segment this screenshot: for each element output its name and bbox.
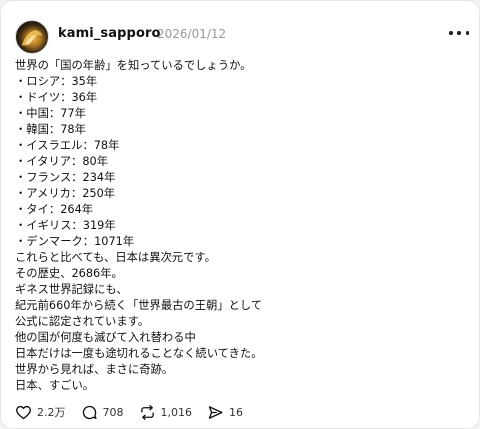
post-line: ・フランス：234年: [15, 171, 116, 184]
post-line: ・ロシア：35年: [15, 75, 98, 88]
post-line: ギネス世界記録にも、: [15, 283, 128, 296]
post-card: kami_sapporo 2026/01/12 世界の「国の年齢」を知っているで…: [0, 0, 480, 429]
like-button[interactable]: 2.2万: [15, 404, 66, 421]
post-line: ・タイ：264年: [15, 203, 94, 216]
send-icon: [208, 405, 223, 419]
repost-count: 1,016: [160, 405, 193, 419]
share-button[interactable]: 16: [207, 404, 243, 421]
like-count: 2.2万: [37, 406, 66, 419]
post-line: これらと比べても、日本は異次元です。: [15, 251, 216, 264]
post-line: 世界から見れば、まさに奇跡。: [15, 363, 174, 376]
action-bar: 2.2万 708 1,016 16: [15, 402, 243, 422]
post-line: 紀元前660年から続く「世界最古の王朝」として: [15, 299, 263, 312]
repost-icon: [140, 404, 154, 420]
post-line: その歴史、2686年。: [15, 267, 123, 280]
post-line: ・イスラエル：78年: [15, 139, 120, 152]
post-line: 公式に認定されています。: [15, 315, 150, 328]
avatar[interactable]: [15, 20, 49, 54]
more-options-icon[interactable]: [449, 25, 469, 41]
reply-button[interactable]: 708: [81, 404, 124, 421]
post-line: 日本だけは一度も途切れることなく続いてきた。: [15, 347, 263, 360]
post-line: ・イタリア：80年: [15, 155, 109, 168]
post-line: ・イギリス：319年: [15, 219, 116, 232]
share-count: 16: [229, 405, 243, 419]
avatar-image: [21, 30, 43, 46]
post-date: 2026/01/12: [157, 27, 227, 41]
post-line: 日本、すごい。: [15, 379, 95, 392]
heart-icon: [16, 405, 31, 419]
post-line: ・デンマーク：1071年: [15, 235, 135, 248]
post-text: 世界の「国の年齢」を知っているでしょうか。 ・ロシア：35年 ・ドイツ：36年 …: [15, 58, 467, 394]
reply-count: 708: [102, 405, 124, 419]
post-line: ・アメリカ：250年: [15, 187, 116, 200]
post-line: ・韓国：78年: [15, 123, 86, 136]
comment-icon: [82, 405, 97, 419]
username[interactable]: kami_sapporo: [58, 26, 161, 41]
post-line: 世界の「国の年齢」を知っているでしょうか。: [15, 59, 252, 72]
post-line: 他の国が何度も滅びて入れ替わる中: [15, 331, 196, 344]
post-line: ・ドイツ：36年: [15, 91, 98, 104]
repost-button[interactable]: 1,016: [139, 404, 193, 421]
post-line: ・中国：77年: [15, 107, 86, 120]
